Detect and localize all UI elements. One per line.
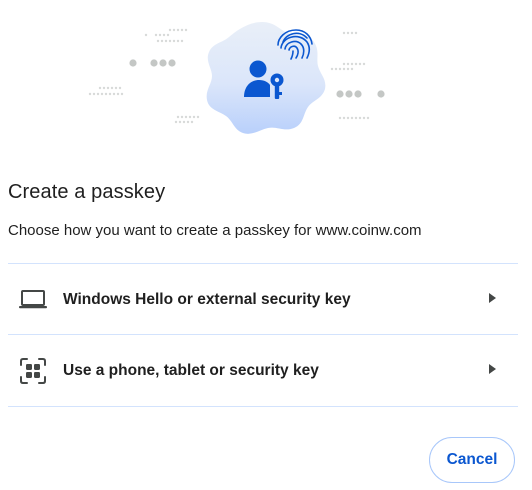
divider: [8, 406, 518, 407]
option-label: Windows Hello or external security key: [63, 291, 351, 308]
cancel-button[interactable]: Cancel: [429, 437, 515, 483]
option-windows-hello[interactable]: Windows Hello or external security key: [8, 265, 518, 335]
dialog-title: Create a passkey: [8, 181, 166, 203]
qr-code-icon: [16, 354, 50, 388]
divider: [8, 263, 518, 264]
option-label: Use a phone, tablet or security key: [63, 362, 319, 379]
decorative-dots-right: [330, 31, 385, 120]
dialog-subtitle: Choose how you want to create a passkey …: [8, 222, 422, 239]
passkey-badge: [206, 22, 326, 134]
laptop-icon: [16, 283, 50, 317]
option-phone-tablet[interactable]: Use a phone, tablet or security key: [8, 336, 518, 406]
chevron-right-icon: [489, 364, 496, 374]
passkey-illustration: [88, 22, 385, 134]
chevron-right-icon: [489, 293, 496, 303]
decorative-dots-left: [88, 28, 200, 124]
divider: [8, 334, 518, 335]
